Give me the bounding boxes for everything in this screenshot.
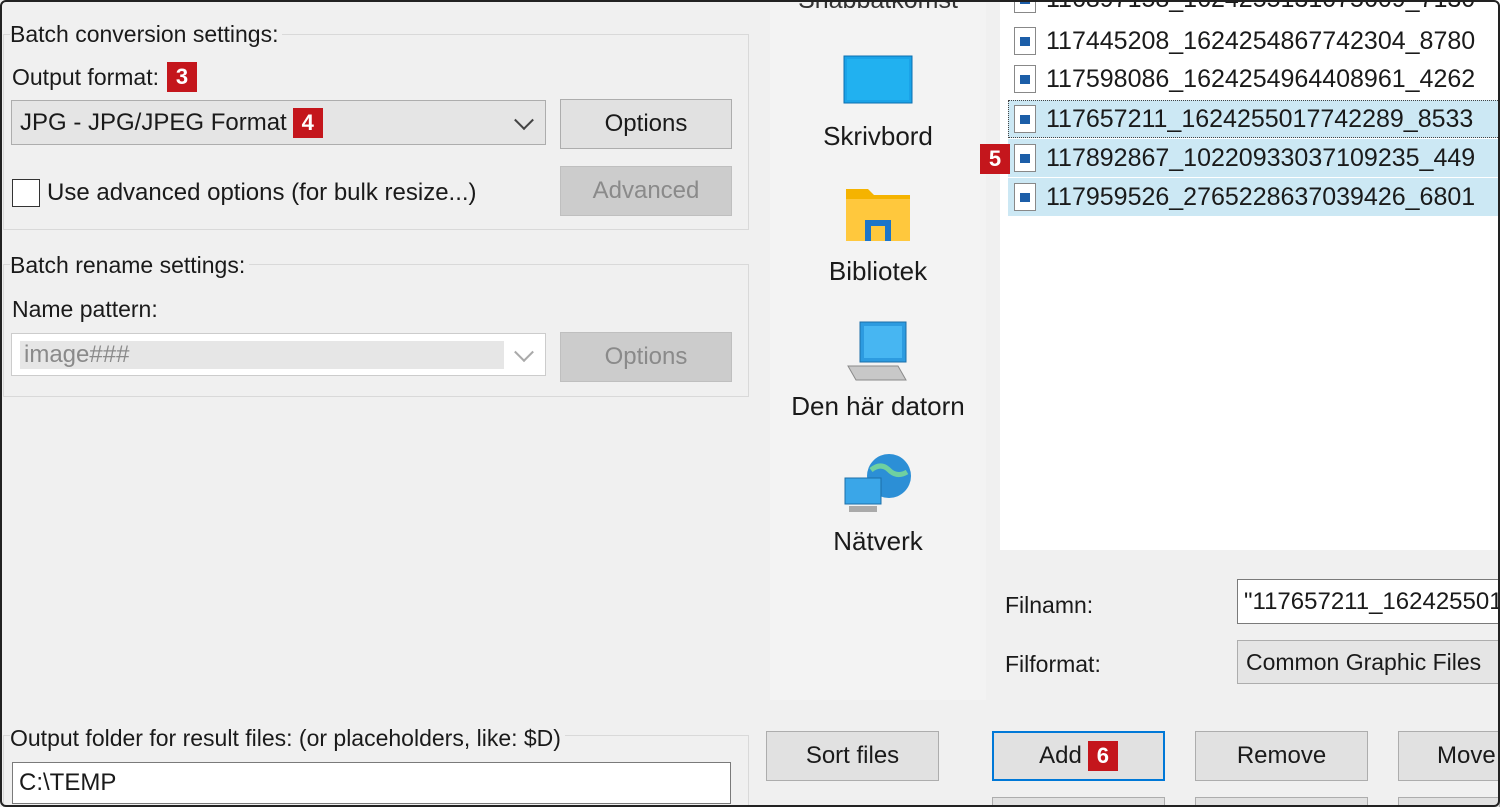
name-pattern-value: image### [20, 340, 504, 369]
move-button-label: Move [1437, 742, 1496, 769]
library-folder-icon [846, 189, 910, 241]
output-format-label: Output format: 3 [12, 62, 198, 92]
quick-access-label-network: Nätverk [833, 526, 923, 556]
file-name: 117959526_2765228637039426_6801 [1046, 182, 1476, 211]
add-button-label: Add [1039, 742, 1082, 769]
name-pattern-label: Name pattern: [12, 296, 158, 322]
advanced-options-checkbox[interactable] [12, 179, 40, 207]
quick-access-label-library: Bibliotek [828, 256, 928, 286]
list-item[interactable]: 117892867_10220933037109235_449 [1008, 139, 1500, 177]
filetype-label: Filformat: [1005, 651, 1101, 677]
image-file-icon [1014, 183, 1036, 211]
filename-input[interactable]: "117657211_162425501 [1237, 579, 1500, 624]
desktop-icon [843, 55, 913, 104]
file-name: 116897158_1624255131075609_7130 [1046, 0, 1475, 14]
bottom-button-partial[interactable] [1398, 797, 1500, 807]
remove-button[interactable]: Remove [1195, 731, 1368, 781]
list-item[interactable]: 117598086_1624254964408961_4262 [1008, 60, 1500, 98]
list-item[interactable]: 116897158_1624255131075609_7130 [1008, 0, 1500, 18]
output-folder-input[interactable]: C:\TEMP [12, 762, 731, 804]
file-name: 117657211_1624255017742289_8533 [1046, 104, 1474, 133]
network-icon [844, 454, 911, 512]
image-file-icon [1014, 0, 1036, 13]
list-item[interactable]: 117959526_2765228637039426_6801 [1008, 178, 1500, 216]
chevron-down-icon [514, 109, 534, 130]
output-format-text: Output format: [12, 63, 160, 90]
image-file-icon [1014, 105, 1036, 133]
computer-icon [847, 321, 907, 381]
output-folder-label: Output folder for result files: (or plac… [10, 725, 565, 752]
batch-conversion-title: Batch conversion settings: [10, 21, 283, 48]
step-badge-6: 6 [1087, 741, 1118, 771]
sort-files-button[interactable]: Sort files [766, 731, 939, 781]
file-list[interactable]: 116897158_1624255131075609_7130 11744520… [1000, 0, 1500, 550]
bottom-button-partial[interactable] [992, 797, 1165, 807]
output-format-value: JPG - JPG/JPEG Format [20, 108, 287, 136]
advanced-options-label: Use advanced options (for bulk resize...… [47, 179, 477, 206]
bottom-button-partial[interactable] [1195, 797, 1368, 807]
quick-access-header[interactable]: Snabbåtkomst [770, 0, 986, 15]
format-options-button[interactable]: Options [560, 99, 732, 149]
file-name: 117598086_1624254964408961_4262 [1046, 64, 1476, 93]
filename-label: Filnamn: [1005, 592, 1094, 618]
batch-rename-title: Batch rename settings: [10, 252, 250, 279]
advanced-button[interactable]: Advanced [560, 166, 732, 216]
rename-options-button[interactable]: Options [560, 332, 732, 382]
add-button[interactable]: Add 6 [992, 731, 1165, 781]
file-name: 117445208_1624254867742304_8780 [1046, 26, 1476, 55]
output-format-select[interactable]: JPG - JPG/JPEG Format 4 [11, 100, 546, 145]
move-button[interactable]: Move [1398, 731, 1500, 781]
step-badge-3: 3 [167, 62, 198, 92]
image-file-icon [1014, 65, 1036, 93]
quick-access-label-desktop: Skrivbord [823, 121, 933, 151]
image-file-icon [1014, 27, 1036, 55]
file-name: 117892867_10220933037109235_449 [1046, 143, 1476, 172]
step-badge-5: 5 [980, 144, 1010, 174]
filetype-select[interactable]: Common Graphic Files [1237, 640, 1500, 684]
chevron-down-icon [514, 341, 534, 362]
name-pattern-select[interactable]: image### [11, 333, 546, 376]
quick-access-label-this-pc: Den här datorn [791, 391, 965, 421]
quick-access-panel: Snabbåtkomst Skrivbord Bibliotek Den här… [770, 0, 986, 700]
list-item[interactable]: 117657211_1624255017742289_8533 [1008, 100, 1500, 138]
list-item[interactable]: 117445208_1624254867742304_8780 [1008, 22, 1500, 60]
step-badge-4: 4 [292, 107, 323, 138]
image-file-icon [1014, 144, 1036, 172]
